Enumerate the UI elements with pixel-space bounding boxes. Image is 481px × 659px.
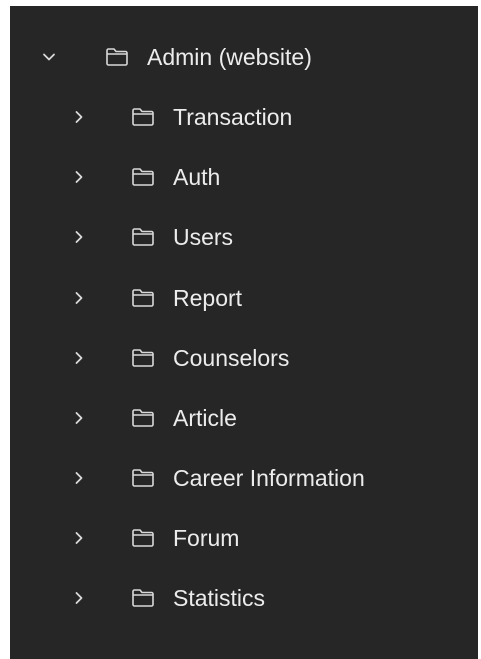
folder-tree: Admin (website) Transaction Auth Users R…: [10, 6, 478, 659]
file-tree-panel: Admin (website) Transaction Auth Users R…: [10, 6, 478, 659]
chevron-right-icon[interactable]: [71, 290, 87, 306]
folder-icon: [131, 468, 155, 488]
tree-item-career-information[interactable]: Career Information: [10, 454, 478, 502]
tree-item-transaction[interactable]: Transaction: [10, 93, 478, 141]
folder-icon: [131, 348, 155, 368]
folder-icon: [105, 47, 129, 67]
chevron-right-icon[interactable]: [71, 229, 87, 245]
tree-item-admin-website[interactable]: Admin (website): [10, 33, 478, 81]
folder-icon: [131, 528, 155, 548]
tree-item-label: Auth: [173, 163, 221, 190]
folder-icon: [131, 288, 155, 308]
tree-item-auth[interactable]: Auth: [10, 153, 478, 201]
chevron-right-icon[interactable]: [71, 109, 87, 125]
chevron-right-icon[interactable]: [71, 470, 87, 486]
tree-item-counselors[interactable]: Counselors: [10, 334, 478, 382]
chevron-right-icon[interactable]: [71, 169, 87, 185]
chevron-right-icon[interactable]: [71, 530, 87, 546]
folder-icon: [131, 227, 155, 247]
tree-item-label: Counselors: [173, 344, 290, 371]
tree-item-report[interactable]: Report: [10, 274, 478, 322]
chevron-down-icon[interactable]: [41, 49, 57, 65]
folder-icon: [131, 107, 155, 127]
chevron-right-icon[interactable]: [71, 590, 87, 606]
tree-item-label: Report: [173, 284, 243, 311]
tree-item-label: Users: [173, 223, 234, 250]
chevron-right-icon[interactable]: [71, 350, 87, 366]
tree-item-statistics[interactable]: Statistics: [10, 574, 478, 622]
tree-item-forum[interactable]: Forum: [10, 514, 478, 562]
tree-item-label: Admin (website): [147, 43, 312, 70]
tree-item-label: Forum: [173, 524, 240, 551]
tree-item-label: Transaction: [173, 103, 293, 130]
tree-item-label: Statistics: [173, 584, 266, 611]
tree-item-article[interactable]: Article: [10, 394, 478, 442]
tree-item-label: Article: [173, 404, 237, 431]
folder-icon: [131, 167, 155, 187]
folder-icon: [131, 588, 155, 608]
tree-item-label: Career Information: [173, 464, 365, 491]
chevron-right-icon[interactable]: [71, 410, 87, 426]
folder-icon: [131, 408, 155, 428]
tree-item-users[interactable]: Users: [10, 213, 478, 261]
